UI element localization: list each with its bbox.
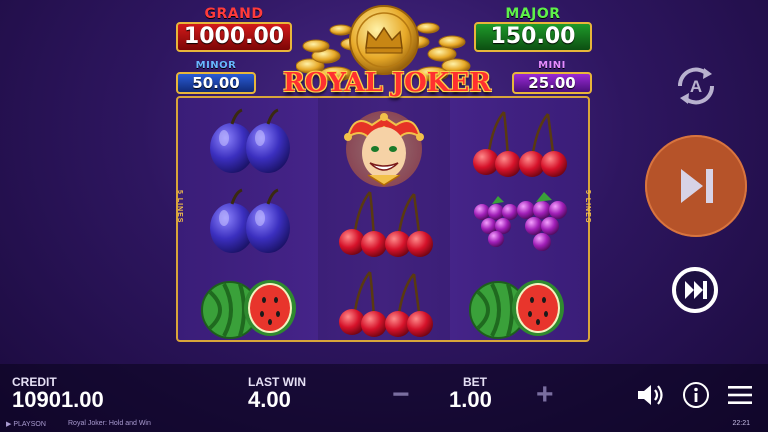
sound-button[interactable] bbox=[636, 381, 666, 409]
joker-icon bbox=[344, 111, 424, 187]
major-jackpot-value: 150.00 bbox=[474, 22, 592, 52]
info-icon bbox=[683, 382, 709, 408]
lines-indicator-left: 5 LINES bbox=[176, 190, 183, 224]
cherry-icon bbox=[339, 191, 433, 257]
watermelon-icon bbox=[201, 280, 296, 339]
minor-jackpot: MINOR 50.00 bbox=[176, 60, 256, 94]
skip-forward-icon bbox=[681, 169, 713, 203]
minor-jackpot-value: 50.00 bbox=[176, 72, 256, 94]
reel-symbol-plum bbox=[184, 102, 316, 182]
grapes-icon bbox=[474, 192, 567, 251]
plum-icon bbox=[210, 108, 290, 173]
reel-grid bbox=[176, 96, 590, 342]
reel-symbol-watermelon bbox=[452, 262, 584, 342]
major-jackpot: MAJOR 150.00 bbox=[474, 6, 592, 52]
mini-jackpot-label: MINI bbox=[538, 60, 566, 71]
menu-button[interactable] bbox=[726, 383, 754, 407]
bet-increase-button[interactable]: + bbox=[536, 380, 554, 410]
credit-value: 10901.00 bbox=[12, 387, 104, 412]
autoplay-icon: A bbox=[677, 67, 715, 105]
mini-jackpot-value: 25.00 bbox=[512, 72, 592, 94]
turbo-button[interactable] bbox=[670, 265, 720, 315]
cherry-icon bbox=[339, 271, 433, 337]
provider-logo: ▶ PLAYSON bbox=[6, 421, 46, 428]
reel-symbol-grapes bbox=[452, 182, 584, 262]
clock: 22:21 bbox=[732, 420, 750, 427]
last-win-value: 4.00 bbox=[248, 387, 291, 412]
svg-text:A: A bbox=[690, 77, 702, 96]
plum-icon bbox=[210, 188, 290, 253]
grand-jackpot: GRAND 1000.00 bbox=[176, 6, 292, 52]
reel-symbol-plum bbox=[184, 182, 316, 262]
mini-jackpot: MINI 25.00 bbox=[512, 60, 592, 94]
bet-decrease-button[interactable]: − bbox=[392, 380, 410, 410]
spin-button[interactable] bbox=[645, 135, 747, 237]
major-jackpot-label: MAJOR bbox=[505, 6, 561, 22]
reel-symbol-joker bbox=[318, 102, 450, 187]
game-logo: ROYAL JOKER bbox=[283, 68, 491, 98]
lines-indicator-right: 5 LINES bbox=[584, 190, 591, 224]
reel-symbol-cherry bbox=[318, 262, 450, 342]
minor-jackpot-label: MINOR bbox=[195, 60, 237, 71]
reel-1 bbox=[184, 98, 316, 340]
info-button[interactable] bbox=[682, 381, 710, 409]
reel-symbol-cherry bbox=[318, 182, 450, 262]
bet-value: 1.00 bbox=[449, 387, 492, 412]
speaker-icon bbox=[638, 385, 663, 405]
game-title-footer: Royal Joker: Hold and Win bbox=[68, 420, 151, 427]
fast-forward-icon bbox=[672, 267, 718, 313]
reel-3 bbox=[452, 98, 584, 340]
grand-jackpot-label: GRAND bbox=[204, 6, 264, 22]
reel-symbol-watermelon bbox=[184, 262, 316, 342]
reel-symbol-cherry bbox=[452, 102, 584, 182]
hamburger-menu-icon bbox=[728, 386, 752, 404]
autoplay-button[interactable]: A bbox=[668, 58, 724, 114]
grand-jackpot-value: 1000.00 bbox=[176, 22, 292, 52]
reel-2 bbox=[318, 98, 450, 340]
cherry-icon bbox=[473, 111, 567, 177]
watermelon-icon bbox=[469, 280, 564, 339]
